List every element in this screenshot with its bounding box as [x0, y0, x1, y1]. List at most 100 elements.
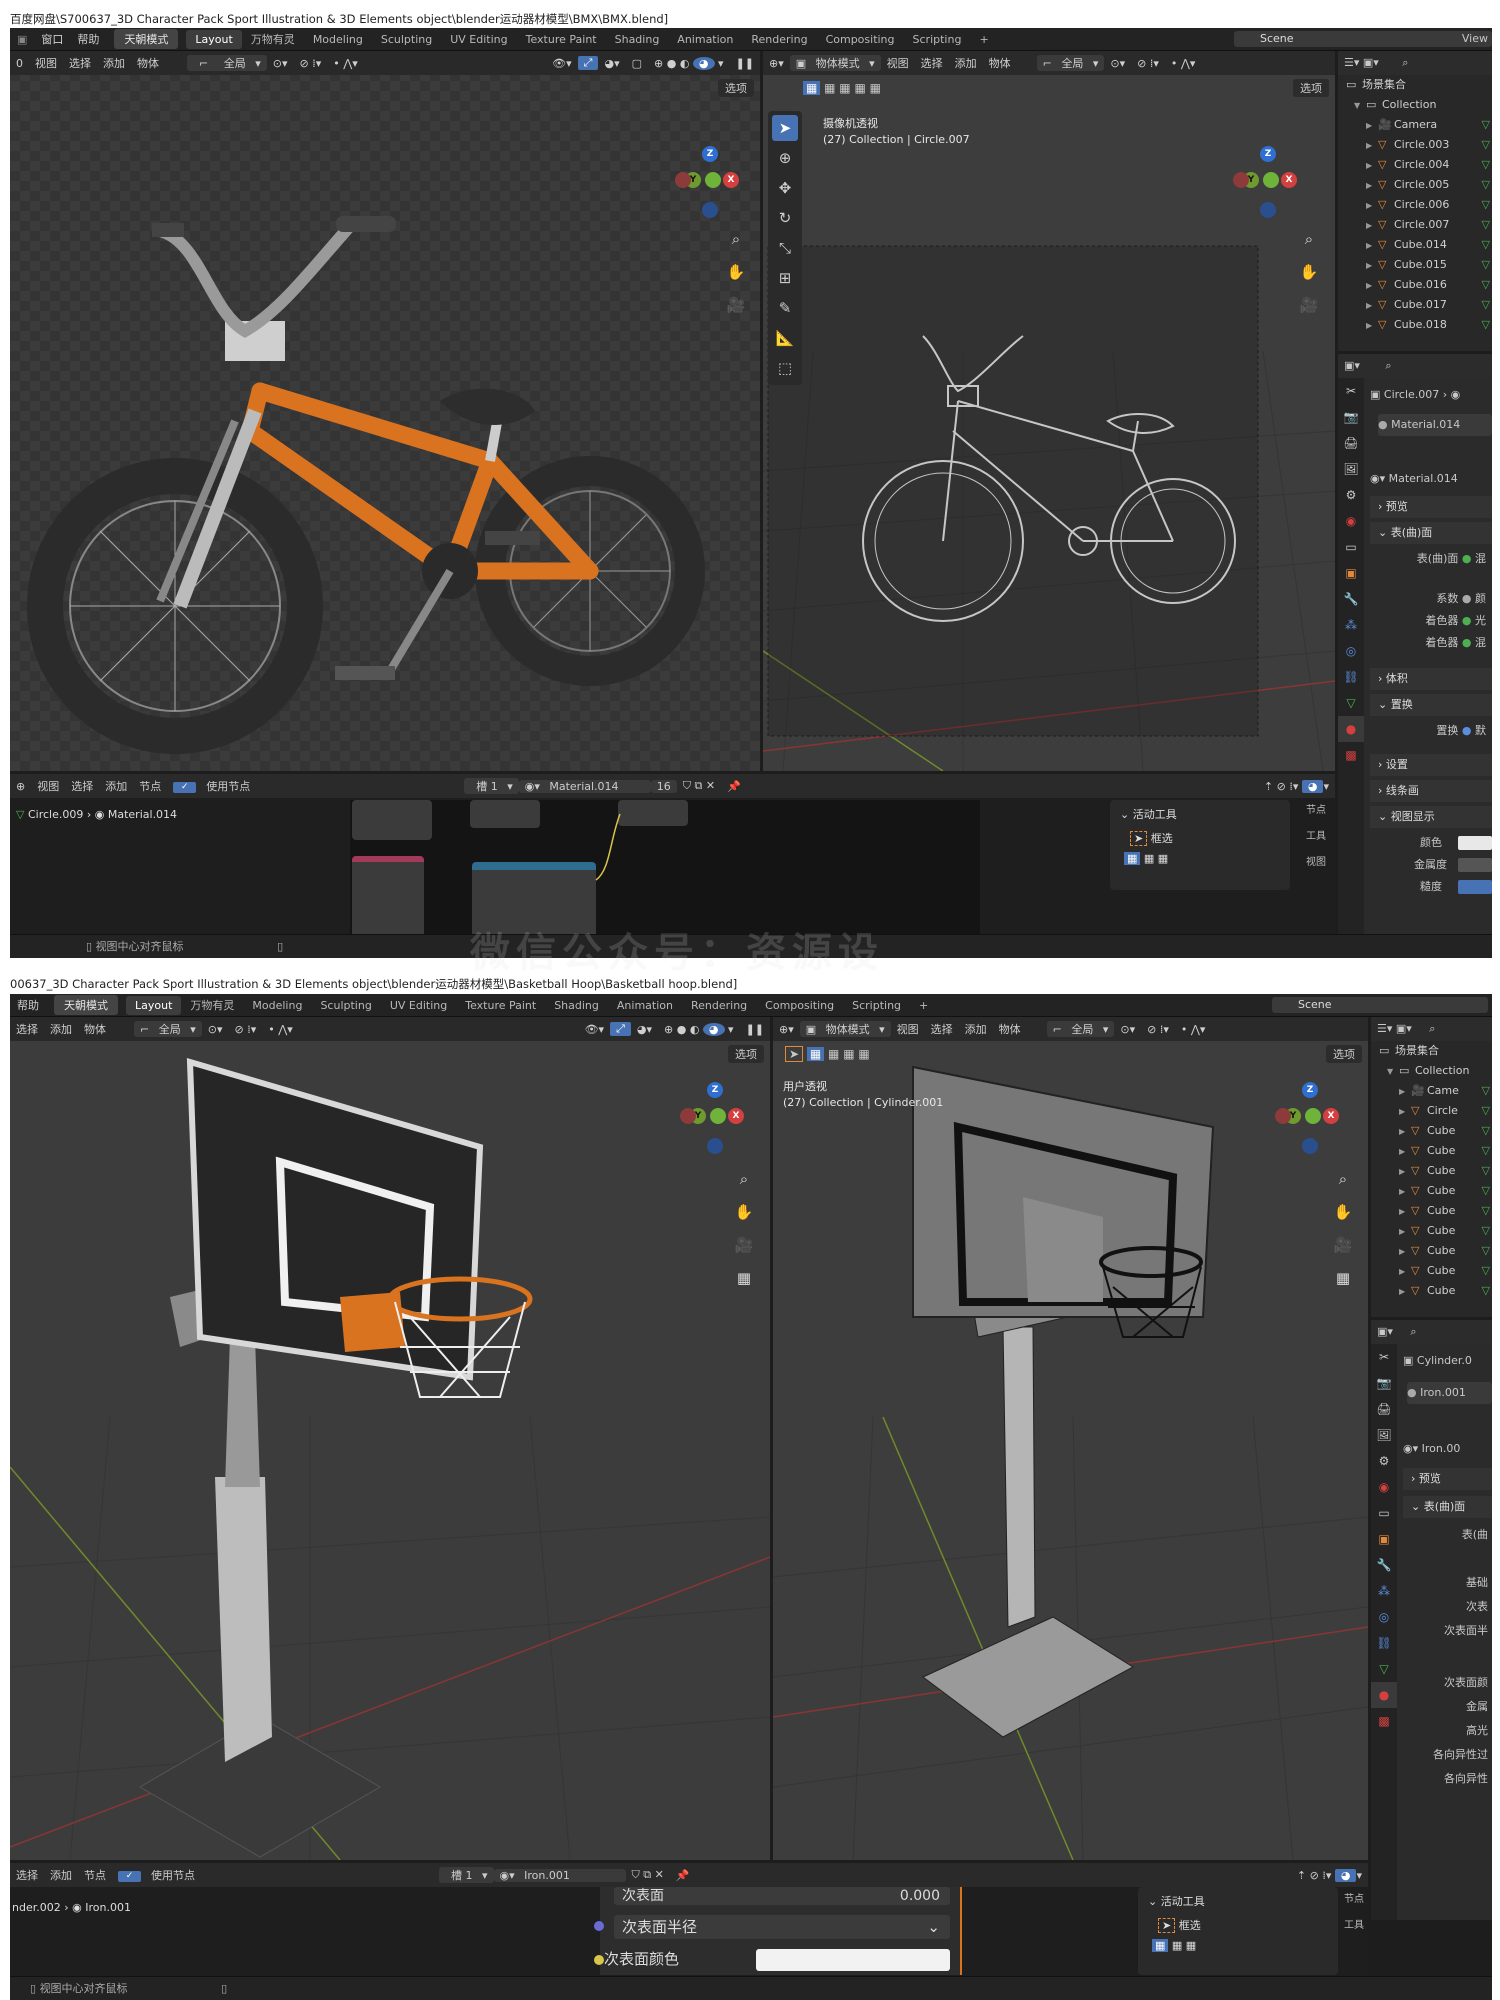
outliner-item[interactable]: ▶ ▽ Cube ▽ [1371, 1161, 1492, 1181]
gizmo-z-bl[interactable]: Z [707, 1082, 723, 1098]
texture-tab-icon[interactable]: ▩ [1338, 742, 1364, 768]
transform-orientation-dropdown-right[interactable]: ⌐ 全局 ▾ [1036, 55, 1105, 71]
scene-tab-icon-b[interactable]: ⚙ [1371, 1448, 1397, 1474]
menu-view-br[interactable]: 视图 [891, 1021, 925, 1037]
display-color-swatch[interactable] [1458, 836, 1492, 850]
constraints-tab-icon[interactable]: ⛓ [1338, 664, 1364, 690]
object-data-icon[interactable]: ▽ [1482, 1261, 1490, 1281]
menu-help[interactable]: 帮助 [70, 31, 106, 47]
tab-texture-paint[interactable]: Texture Paint [517, 30, 606, 49]
texture-tab-icon-b[interactable]: ▩ [1371, 1708, 1397, 1734]
viewport-right-top[interactable]: ⊕▾ ▣ 物体模式 ▾ 视图 选择 添加 物体 ⌐ 全局 ▾ ⊙▾ ⊘ ⁞▾ •… [763, 51, 1335, 771]
options-dropdown-right[interactable]: 选项 [1293, 79, 1329, 97]
outliner-item[interactable]: ▶ ▽ Cube ▽ [1371, 1141, 1492, 1161]
section-settings[interactable]: › 设置 [1370, 754, 1492, 776]
outliner-row-collection[interactable]: ▼ ▭ Collection [1338, 95, 1492, 115]
snap-icon-bl[interactable]: ⊘ ⁞▾ [229, 1023, 263, 1036]
material-slot-row[interactable]: ● Material.014 [1378, 414, 1492, 436]
expand-arrow-icon[interactable]: ▶ [1399, 1082, 1411, 1102]
overlay-icon-bl[interactable]: ◕▾ [631, 1023, 658, 1036]
expand-arrow-icon[interactable]: ▶ [1366, 116, 1378, 136]
scene-tab-icon[interactable]: ⚙ [1338, 482, 1364, 508]
camera-icon[interactable]: 🎥 [726, 295, 746, 315]
tab-animation-bottom[interactable]: Animation [608, 996, 682, 1015]
material-tab-icon[interactable]: ● [1338, 716, 1364, 742]
viewport-right-bottom[interactable]: ⊕▾ ▣ 物体模式 ▾ 视图 选择 添加 物体 ⌐ 全局 ▾ ⊙▾ ⊘ ⁞▾ •… [773, 1017, 1368, 1860]
world-tab-icon-b[interactable]: ◉ [1371, 1474, 1397, 1500]
editor-type-icon-br[interactable]: ⊕▾ [773, 1023, 800, 1036]
outliner-item[interactable]: ▶ ▽ Circle.003 ▽ [1338, 135, 1492, 155]
tab-texture-paint-bottom[interactable]: Texture Paint [456, 996, 545, 1015]
surface-value-1[interactable]: 混 [1475, 552, 1486, 565]
node-menu-select-b[interactable]: 选择 [10, 1867, 44, 1883]
expand-arrow-icon[interactable]: ▶ [1366, 136, 1378, 156]
gizmo-neg-y-bl[interactable] [710, 1108, 726, 1124]
expand-arrow-icon[interactable]: ▶ [1399, 1142, 1411, 1162]
properties-search-icon[interactable]: ⌕ [1385, 359, 1391, 372]
object-tab-icon[interactable]: ▣ [1338, 560, 1364, 586]
tool-panel-title-row-b[interactable]: ⌄ 活动工具 [1138, 1887, 1338, 1915]
object-data-icon[interactable]: ▽ [1482, 215, 1490, 235]
gizmo-x-right[interactable]: X [1281, 172, 1297, 188]
side-tab-view[interactable]: 视图 [1306, 856, 1326, 870]
expand-arrow-icon[interactable]: ▶ [1366, 316, 1378, 336]
transform-tool-icon[interactable]: ⊞ [772, 265, 798, 291]
data-tab-icon-b[interactable]: ▽ [1371, 1656, 1397, 1682]
tab-wanwu[interactable]: 万物有灵 [242, 28, 304, 50]
add-cube-tool-icon[interactable]: ⬚ [772, 355, 798, 381]
slot-dropdown-b[interactable]: 槽 1 ▾ [439, 1867, 494, 1883]
outliner-item[interactable]: ▶ ▽ Circle.004 ▽ [1338, 155, 1492, 175]
outliner-item[interactable]: ▶ ▽ Cube ▽ [1371, 1121, 1492, 1141]
snap-icon[interactable]: ⊘ ⁞▾ [294, 57, 328, 70]
proportional-icon-right[interactable]: • ⋀▾ [1165, 57, 1202, 70]
object-data-icon[interactable]: ▽ [1482, 1181, 1490, 1201]
node-editor-type-icon[interactable]: ⊕ [10, 780, 31, 793]
material-selector-row[interactable]: ◉▾ Material.014 [1370, 468, 1492, 490]
pan-hand-icon-br[interactable]: ✋ [1333, 1202, 1353, 1222]
display-roughness-slider[interactable] [1458, 880, 1492, 894]
transform-orientation-dropdown-bl[interactable]: ⌐ 全局 ▾ [134, 1021, 202, 1037]
outliner-item[interactable]: ▶ ▽ Cube ▽ [1371, 1201, 1492, 1221]
scale-tool-icon[interactable]: ⤡ [772, 235, 798, 261]
tool-tab-icon[interactable]: ✂ [1338, 378, 1364, 404]
xray-icon[interactable]: ▢ [626, 57, 648, 70]
tab-modeling-bottom[interactable]: Modeling [243, 996, 311, 1015]
output-tab-icon[interactable]: 🖨 [1338, 430, 1364, 456]
output-tab-icon-b[interactable]: 🖨 [1371, 1396, 1397, 1422]
side-tab-node[interactable]: 节点 [1306, 804, 1326, 818]
modifier-tab-icon-b[interactable]: 🔧 [1371, 1552, 1397, 1578]
editor-type-icon[interactable]: ▣ [10, 33, 34, 46]
mode-button[interactable]: 天朝模式 [114, 29, 179, 49]
data-tab-icon[interactable]: ▽ [1338, 690, 1364, 716]
collection-tab-icon[interactable]: ▭ [1338, 534, 1364, 560]
displace-value[interactable]: 默 [1475, 724, 1486, 737]
viewport-left-top[interactable]: 0 视图 选择 添加 物体 ⌐ 全局 ▾ ⊙▾ ⊘ ⁞▾ • ⋀▾ 👁▾ ⤢ ◕… [10, 51, 760, 771]
overlay-icon[interactable]: ◕▾ [598, 57, 625, 70]
outliner-filter-icon[interactable]: ☰▾ ▣▾ [1344, 56, 1379, 69]
menu-add-br[interactable]: 添加 [959, 1021, 993, 1037]
grid-icon-bl[interactable]: ▦ [734, 1268, 754, 1288]
snap-icon-br[interactable]: ⊘ ⁞▾ [1141, 1023, 1175, 1036]
section-surface-b[interactable]: ⌄ 表(曲)面 [1403, 1496, 1492, 1518]
outliner-item[interactable]: ▶ 🎥 Came ▽ [1371, 1081, 1492, 1101]
menu-view-right[interactable]: 视图 [881, 55, 915, 71]
outliner-item[interactable]: ▶ ▽ Cube.014 ▽ [1338, 235, 1492, 255]
measure-tool-icon[interactable]: 📐 [772, 325, 798, 351]
physics-tab-icon-b[interactable]: ◎ [1371, 1604, 1397, 1630]
expand-arrow-icon[interactable]: ▶ [1399, 1202, 1411, 1222]
gizmo-z-br[interactable]: Z [1302, 1082, 1318, 1098]
gizmo-neg-x[interactable] [675, 172, 691, 188]
material-slot-row-b[interactable]: ● Iron.001 [1407, 1382, 1492, 1404]
outliner-search-icon[interactable]: ⌕ [1402, 56, 1408, 69]
expand-arrow-icon[interactable]: ▶ [1399, 1282, 1411, 1302]
menu-select-right[interactable]: 选择 [915, 55, 949, 71]
surface-value-2[interactable]: 颜 [1475, 592, 1486, 605]
section-lineart[interactable]: › 线条画 [1370, 780, 1492, 802]
camera-icon-right[interactable]: 🎥 [1299, 295, 1319, 315]
material-users-count[interactable]: 16 [650, 779, 677, 793]
rotate-tool-icon[interactable]: ↻ [772, 205, 798, 231]
scene-selector[interactable]: Scene [1234, 31, 1450, 47]
pause-icon[interactable]: ❚❚ [730, 57, 760, 70]
mode-button-bottom[interactable]: 天朝模式 [54, 995, 118, 1015]
tab-layout[interactable]: Layout [186, 29, 242, 49]
